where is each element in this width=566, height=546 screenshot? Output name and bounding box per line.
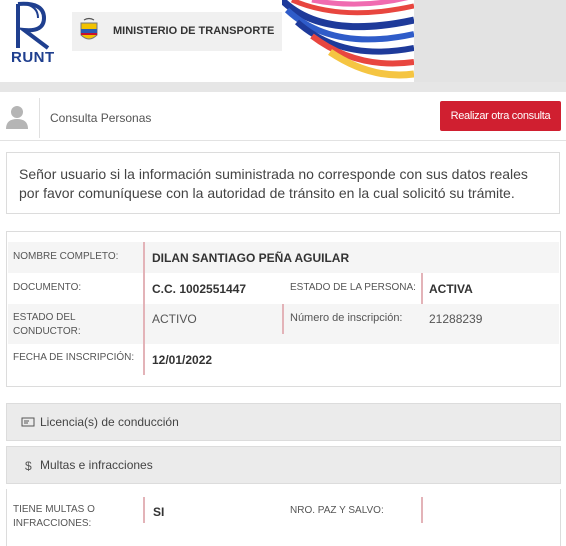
multas-section-title: Multas e infracciones — [40, 458, 153, 472]
documento-value: C.C. 1002551447 — [152, 282, 247, 296]
fecha-inscripcion-label: FECHA DE INSCRIPCIÓN: — [13, 352, 135, 363]
page-title: Consulta Personas — [50, 111, 152, 125]
paz-salvo-label: NRO. PAZ Y SALVO: — [290, 505, 384, 516]
person-info-card: NOMBRE COMPLETO: DILAN SANTIAGO PEÑA AGU… — [6, 231, 561, 387]
field-divider — [282, 304, 284, 334]
multas-info-card: TIENE MULTAS O INFRACCIONES: SI NRO. PAZ… — [6, 489, 561, 546]
licencias-section-header[interactable]: Licencia(s) de conducción — [6, 403, 561, 441]
field-divider — [143, 304, 145, 344]
estado-persona-value: ACTIVA — [429, 282, 473, 296]
multas-section-header[interactable]: $ Multas e infracciones — [6, 446, 561, 484]
field-divider — [143, 273, 145, 304]
runt-logo-text: RUNT — [11, 49, 55, 66]
tiene-multas-label-line1: TIENE MULTAS O — [13, 504, 95, 515]
table-row: ESTADO DEL CONDUCTOR: ACTIVO Número de i… — [8, 304, 559, 344]
estado-conductor-label-line1: ESTADO DEL — [13, 312, 76, 323]
field-divider — [143, 497, 145, 523]
nombre-label: NOMBRE COMPLETO: — [13, 251, 119, 262]
inscripcion-num-label: Número de inscripción: — [290, 312, 403, 324]
tiene-multas-value: SI — [153, 505, 165, 519]
table-row: NOMBRE COMPLETO: DILAN SANTIAGO PEÑA AGU… — [8, 242, 559, 273]
table-row: FECHA DE INSCRIPCIÓN: 12/01/2022 — [8, 344, 559, 375]
field-divider — [421, 497, 423, 523]
colombia-crest-icon — [80, 17, 98, 40]
estado-conductor-label: ESTADO DEL CONDUCTOR: — [13, 311, 81, 339]
svg-text:$: $ — [25, 459, 32, 472]
field-divider — [143, 242, 145, 273]
table-row: DOCUMENTO: C.C. 1002551447 ESTADO DE LA … — [8, 273, 559, 304]
nombre-value: DILAN SANTIAGO PEÑA AGUILAR — [152, 251, 350, 265]
tiene-multas-label-line2: INFRACCIONES: — [13, 518, 92, 529]
top-banner: RUNT MINISTERIO DE TRANSPORTE — [0, 0, 566, 82]
tiene-multas-label: TIENE MULTAS O INFRACCIONES: — [13, 503, 95, 531]
subheader-divider — [39, 98, 40, 138]
banner-grey-fill — [414, 0, 566, 82]
estado-persona-label: ESTADO DE LA PERSONA: — [290, 282, 416, 293]
field-divider — [143, 344, 145, 375]
estado-conductor-value: ACTIVO — [152, 312, 197, 326]
new-query-button[interactable]: Realizar otra consulta — [440, 101, 561, 131]
ministry-label: MINISTERIO DE TRANSPORTE — [113, 25, 275, 37]
fecha-inscripcion-value: 12/01/2022 — [152, 353, 213, 367]
inscripcion-num-value: 21288239 — [429, 312, 483, 326]
documento-label: DOCUMENTO: — [13, 282, 82, 293]
licencias-section-title: Licencia(s) de conducción — [40, 415, 179, 429]
id-card-icon — [21, 417, 35, 427]
banner-decoration — [282, 0, 414, 82]
estado-conductor-label-line2: CONDUCTOR: — [13, 326, 81, 337]
dollar-icon: $ — [25, 459, 32, 472]
user-avatar-icon — [6, 106, 28, 129]
field-divider — [421, 273, 423, 304]
banner-divider — [0, 82, 566, 92]
notice-message: Señor usuario si la información suminist… — [6, 152, 560, 214]
